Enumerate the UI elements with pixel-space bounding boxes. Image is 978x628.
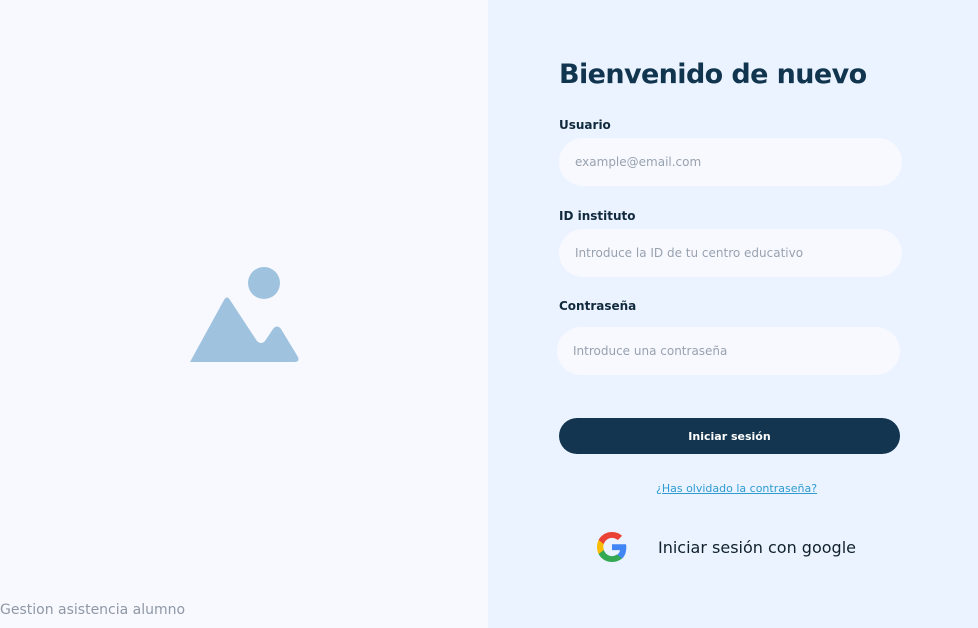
- forgot-password-link[interactable]: ¿Has olvidado la contraseña?: [656, 482, 817, 496]
- login-page: Gestion asistencia alumno Bienvenido de …: [0, 0, 978, 628]
- institute-id-field-label: ID instituto: [559, 209, 636, 223]
- image-placeholder-icon: [190, 267, 299, 362]
- user-field-label: Usuario: [559, 118, 611, 132]
- user-input[interactable]: [559, 138, 902, 186]
- sign-in-button[interactable]: Iniciar sesión: [559, 418, 900, 454]
- illustration-panel: Gestion asistencia alumno: [0, 0, 488, 628]
- institute-id-input[interactable]: [559, 229, 902, 277]
- page-title: Bienvenido de nuevo: [559, 59, 867, 90]
- google-sign-in-button[interactable]: Iniciar sesión con google: [595, 529, 865, 565]
- google-icon: [597, 532, 627, 562]
- footer-caption: Gestion asistencia alumno: [0, 602, 186, 618]
- password-field-label: Contraseña: [559, 299, 637, 313]
- sign-in-button-label: Iniciar sesión: [688, 429, 771, 443]
- password-input[interactable]: [557, 327, 900, 375]
- google-sign-in-label: Iniciar sesión con google: [658, 537, 856, 557]
